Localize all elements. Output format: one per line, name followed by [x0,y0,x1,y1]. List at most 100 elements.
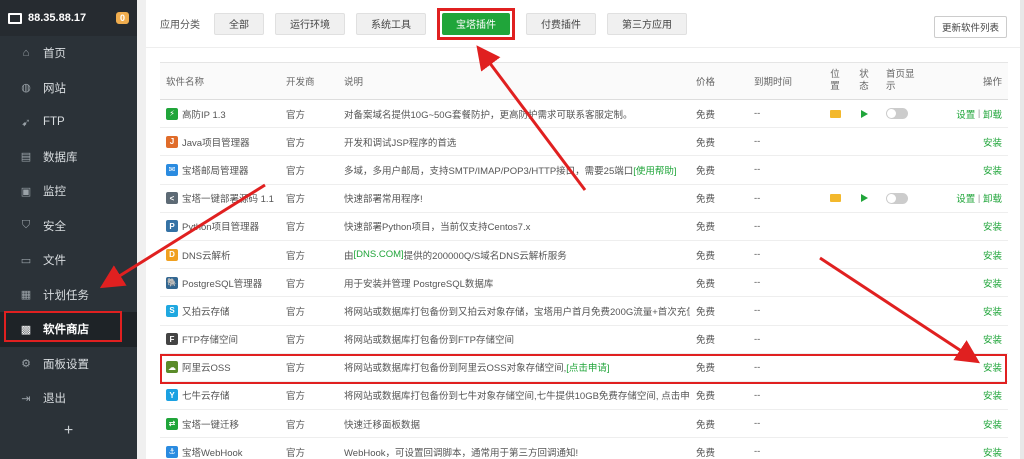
highlight-bt-plugins: 宝塔插件 [437,7,515,40]
row-dev: 官方 [286,194,306,206]
row-name: P Python项目管理器 [160,213,280,240]
update-list-button[interactable]: 更新软件列表 [933,16,1007,38]
row-name-text: PostgreSQL管理器 [182,278,263,290]
row-desc-link[interactable]: [DNS.COM] [354,249,404,260]
sidebar-item-10[interactable]: ⇥ 退出 [0,381,137,416]
install-link[interactable]: 安装 [983,417,1002,431]
settings-link[interactable]: 设置 [956,191,975,205]
plugin-icon: ⚡ [166,107,178,120]
uninstall-link[interactable]: 卸载 [983,107,1002,121]
row-name-text: DNS云解析 [182,250,231,262]
row-dev: 官方 [286,137,306,149]
row-expire: -- [754,192,761,204]
main-panel: 应用分类 全部 运行环境 系统工具 宝塔插件 付费插件 第三方应用 更新软件列表… [146,0,1024,459]
install-link[interactable]: 安装 [983,360,1002,374]
row-status [850,213,878,240]
header-expire: 到期时间 [754,77,793,88]
install-link[interactable]: 安装 [983,304,1002,318]
install-link[interactable]: 安装 [983,219,1002,233]
row-desc-link[interactable]: [点击申请] [566,360,609,374]
row-location [820,382,850,409]
row-price: 免费 [696,306,716,318]
sidebar: 88.35.88.17 0 ⌂ 首页 ◍ 网站 ➹ FTP ▤ 数据库 ▣ 监控 ⛉ 安全 ▭ 文件 ▦ 计划… [0,0,137,459]
row-name-text: 宝塔一键部署源码 1.1 [182,194,274,206]
notification-badge[interactable]: 0 [115,12,129,24]
home-display-toggle[interactable] [886,192,908,204]
row-location [820,326,850,353]
plugin-icon: ⚓ [166,445,178,458]
folder-icon[interactable] [829,194,841,203]
row-op: 安装 [930,438,1008,459]
row-expire: -- [754,136,761,148]
server-ip: 88.35.88.17 [28,12,87,24]
row-dev: 官方 [286,250,306,262]
row-price: 免费 [696,335,716,347]
row-status [850,354,878,381]
row-op: 安装 [930,156,1008,183]
row-home [878,156,930,183]
sidebar-item-7[interactable]: ▦ 计划任务 [0,278,137,313]
row-status [850,100,878,127]
category-bar: 应用分类 全部 运行环境 系统工具 宝塔插件 付费插件 第三方应用 更新软件列表 [146,0,1024,48]
row-expire: -- [754,220,761,232]
row-price: 免费 [696,419,716,431]
row-op: 安装 [930,269,1008,296]
scrollbar[interactable] [1020,0,1024,459]
row-op: 安装 [930,410,1008,437]
row-name: < 宝塔一键部署源码 1.1 [160,185,280,212]
row-desc-link[interactable]: [使用帮助] [633,163,676,177]
home-icon: ⌂ [22,47,30,60]
sidebar-item-3[interactable]: ▤ 数据库 [0,140,137,175]
home-display-toggle[interactable] [886,108,908,120]
install-link[interactable]: 安装 [983,276,1002,290]
sidebar-item-label: 文件 [43,255,66,268]
sidebar-item-5[interactable]: ⛉ 安全 [0,209,137,244]
row-op: 安装 [930,213,1008,240]
sidebar-item-4[interactable]: ▣ 监控 [0,174,137,209]
running-icon [860,194,868,203]
uninstall-link[interactable]: 卸载 [983,191,1002,205]
row-expire: -- [754,249,761,261]
header-status-2: 态 [859,81,869,92]
header-home: 首页显 示 [878,63,930,99]
row-desc-text: 对备案域名提供10G~50G套餐防护，更高防护需求可联系客服定制。 [344,109,633,121]
settings-link[interactable]: 设置 [956,107,975,121]
sidebar-item-label: FTP [43,116,65,129]
plugin-icon: ☁ [166,361,178,374]
install-link[interactable]: 安装 [983,445,1002,459]
plugin-icon: D [166,248,178,261]
table-row: F FTP存储空间 官方 将网站或数据库打包备份到FTP存储空间 免费 -- 安装 [160,326,1008,354]
row-name-text: 又拍云存储 [182,306,230,318]
row-status [850,128,878,155]
install-link[interactable]: 安装 [983,332,1002,346]
plugin-icon: < [166,192,178,205]
install-link[interactable]: 安装 [983,388,1002,402]
sidebar-item-0[interactable]: ⌂ 首页 [0,36,137,71]
sidebar-item-9[interactable]: ⚙ 面板设置 [0,347,137,382]
row-expire: -- [754,418,761,430]
table-row: ⚓ 宝塔WebHook 官方 WebHook，可设置回调脚本，通常用于第三方回调通知!… [160,438,1008,459]
tab-paid-plugins[interactable]: 付费插件 [526,12,596,35]
sidebar-item-1[interactable]: ◍ 网站 [0,71,137,106]
tab-runtime[interactable]: 运行环境 [275,12,345,35]
install-link[interactable]: 安装 [983,248,1002,262]
add-icon[interactable]: + [0,416,137,446]
row-desc-text: WebHook，可设置回调脚本，通常用于第三方回调通知! [344,447,579,459]
sidebar-item-2[interactable]: ➹ FTP [0,105,137,140]
install-link[interactable]: 安装 [983,163,1002,177]
folder-icon[interactable] [829,109,841,118]
tab-all[interactable]: 全部 [214,12,264,35]
tab-bt-plugins[interactable]: 宝塔插件 [442,12,510,35]
sidebar-item-6[interactable]: ▭ 文件 [0,243,137,278]
row-status [850,326,878,353]
sidebar-item-label: 首页 [43,48,66,61]
row-dev: 官方 [286,222,306,234]
tab-system-tools[interactable]: 系统工具 [356,12,426,35]
tab-third-party[interactable]: 第三方应用 [607,12,687,35]
row-price: 免费 [696,391,716,403]
row-price: 免费 [696,278,716,290]
row-desc-text: 快速部署Python项目，当前仅支持Centos7.x [344,222,531,234]
install-link[interactable]: 安装 [983,135,1002,149]
table-row: Y 七牛云存储 官方 将网站或数据库打包备份到七牛对象存储空间,七牛提供10GB免费存… [160,382,1008,411]
row-status [850,185,878,212]
